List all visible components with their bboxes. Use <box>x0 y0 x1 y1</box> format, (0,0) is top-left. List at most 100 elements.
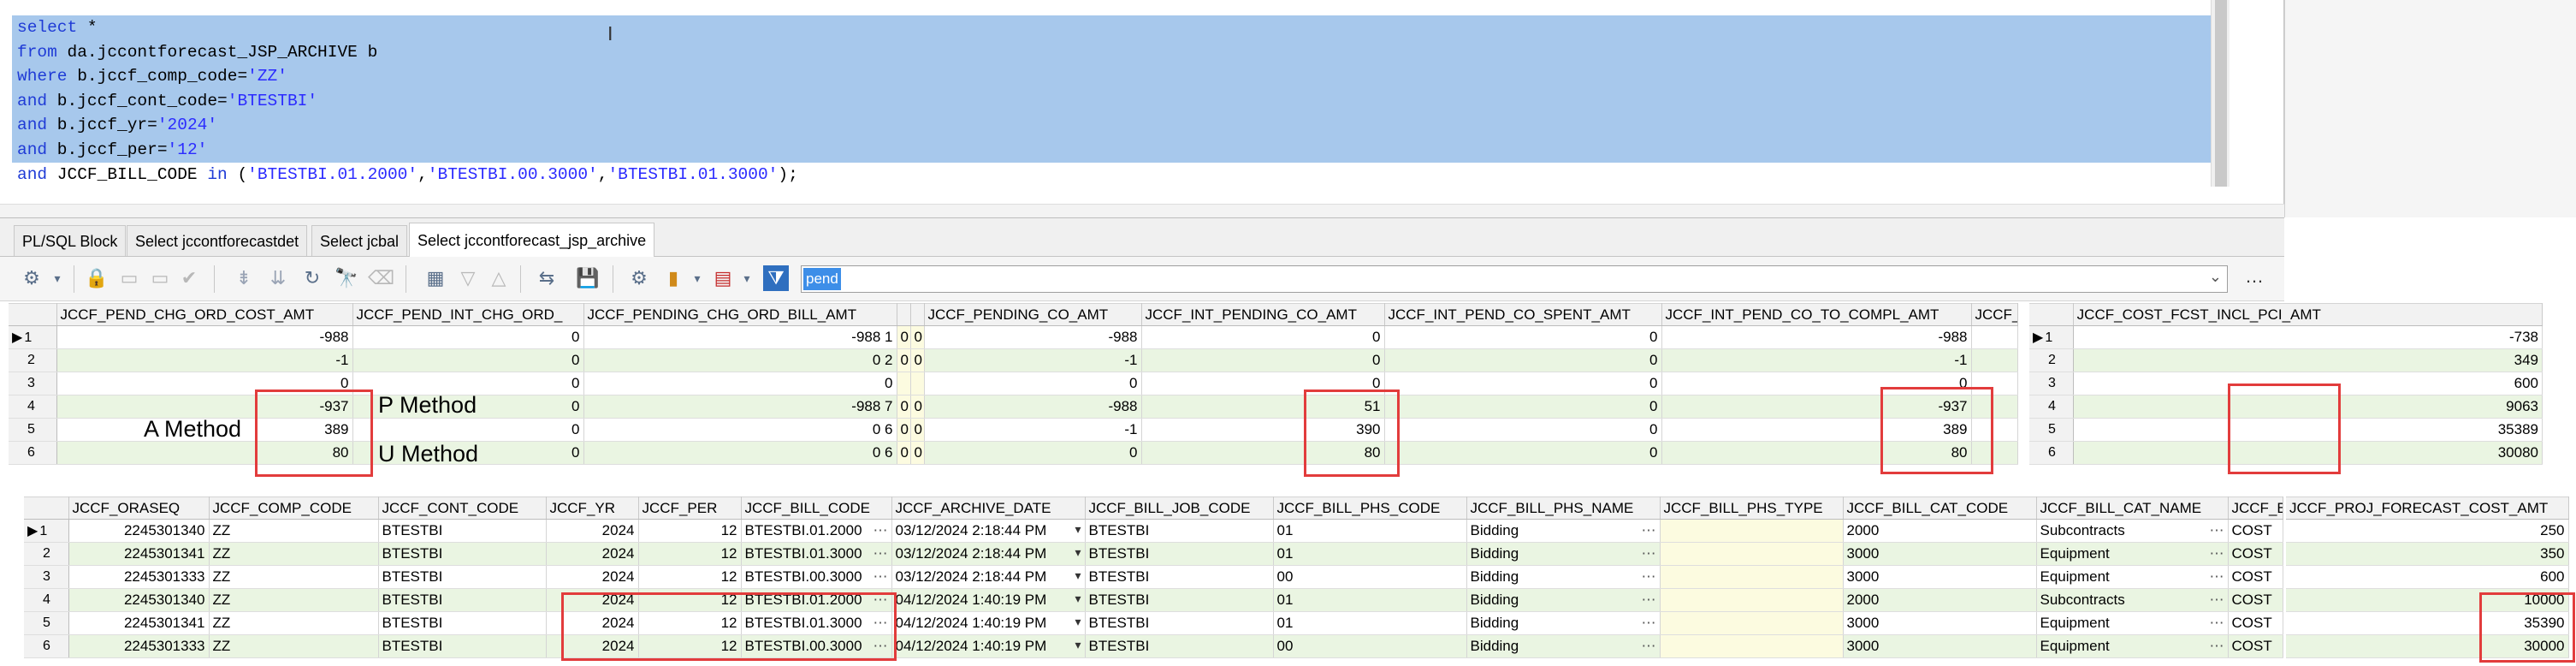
table-row[interactable]: 3 2245301333 ZZ BTESTBI 2024 12 BTESTBI.00.300… <box>24 565 2283 589</box>
table-cell[interactable]: COST <box>2228 519 2283 543</box>
column-header[interactable] <box>897 303 911 326</box>
table-row[interactable]: ▶ 1 -988 0 -988 1 0 0 -988 0 0 -988 <box>9 325 2018 349</box>
table-cell[interactable]: ZZ <box>209 542 379 566</box>
table-cell[interactable]: -988 <box>924 325 1142 349</box>
table-cell[interactable]: Subcontracts <box>2036 588 2229 612</box>
single-record-view-icon[interactable]: ▦ <box>423 265 448 291</box>
chevron-down-icon[interactable]: ⌄ <box>2209 268 2222 286</box>
table-cell[interactable]: Equipment <box>2036 565 2229 589</box>
table-cell[interactable]: ZZ <box>209 519 379 543</box>
column-header[interactable]: JCCF_COMP_CODE <box>209 497 379 520</box>
column-header[interactable]: JCCF_INT_PEND_CO_TO_COMPL_AMT <box>1661 303 1972 326</box>
column-header[interactable]: JCCF_PROJ_FORECAST_COST_AMT <box>2286 497 2569 520</box>
table-cell[interactable] <box>1971 348 2018 372</box>
table-cell[interactable]: ZZ <box>209 565 379 589</box>
column-header[interactable]: JCCF_INT_PENDING_CO_AMT <box>1141 303 1385 326</box>
table-cell[interactable]: 0 <box>1384 372 1662 395</box>
sql-editor[interactable]: select * from da.jccontforecast_JSP_ARCHI… <box>0 0 2284 217</box>
column-header[interactable]: JCCF_PENDING_CO_AMT <box>924 303 1142 326</box>
fetch-next-icon[interactable]: ⇟ <box>231 265 257 291</box>
sql-line[interactable]: and b.jccf_per='12' <box>17 138 798 163</box>
table-cell[interactable]: 2024 <box>546 565 639 589</box>
column-header[interactable]: JCCF_PEND_INT_CHG_ORD_ <box>352 303 584 326</box>
column-header[interactable]: JCCF_PER <box>638 497 742 520</box>
row-number[interactable]: ▶ 1 <box>2029 325 2074 349</box>
table-cell[interactable] <box>1660 634 1844 658</box>
table-cell[interactable]: 3000 <box>1843 565 2037 589</box>
table-cell[interactable]: -738 <box>2073 325 2543 349</box>
grid-options-icon[interactable]: ⚙ <box>19 265 44 291</box>
table-cell[interactable]: Subcontracts <box>2036 519 2229 543</box>
column-header[interactable]: JCCF_BILL_CAT_NAME <box>2036 497 2229 520</box>
table-cell[interactable]: 0 <box>910 418 925 442</box>
table-cell[interactable]: -988 1 <box>583 325 897 349</box>
sql-line[interactable]: and b.jccf_yr='2024' <box>17 113 798 138</box>
fetch-last-icon[interactable]: ⇊ <box>265 265 291 291</box>
chart-icon[interactable]: ▮ <box>660 265 686 291</box>
row-number[interactable]: 3 <box>24 565 69 589</box>
table-cell[interactable]: 01 <box>1273 542 1467 566</box>
sql-line[interactable]: from da.jccontforecast_JSP_ARCHIVE b <box>17 40 798 65</box>
table-cell[interactable]: -1 <box>924 348 1142 372</box>
table-cell[interactable] <box>1660 519 1844 543</box>
table-cell[interactable]: 0 <box>1384 395 1662 419</box>
column-header[interactable]: JCCF_BILL <box>2228 497 2283 520</box>
table-cell[interactable]: 0 <box>910 348 925 372</box>
table-cell[interactable]: 0 <box>1141 348 1385 372</box>
table-cell[interactable]: BTESTBI <box>1085 519 1274 543</box>
table-cell[interactable]: Bidding <box>1466 565 1661 589</box>
table-cell[interactable]: 250 <box>2286 519 2569 543</box>
table-cell[interactable]: 2245301333 <box>68 565 210 589</box>
scrollbar-thumb[interactable] <box>2215 0 2227 187</box>
sql-line[interactable]: where b.jccf_comp_code='ZZ' <box>17 64 798 89</box>
column-header[interactable] <box>2029 303 2074 326</box>
table-cell[interactable]: 0 <box>910 441 925 465</box>
chevron-down-icon[interactable]: ▾ <box>44 265 70 291</box>
table-cell[interactable]: COST <box>2228 565 2283 589</box>
sql-code[interactable]: select * from da.jccontforecast_JSP_ARCHI… <box>17 15 798 187</box>
row-number[interactable]: 4 <box>24 588 69 612</box>
table-cell[interactable]: 01 <box>1273 519 1467 543</box>
table-cell[interactable] <box>1660 588 1844 612</box>
table-cell[interactable]: BTESTBI.01.3000 <box>741 542 892 566</box>
column-header[interactable]: JCCF_ORASEQ <box>68 497 210 520</box>
table-cell[interactable] <box>1971 325 2018 349</box>
table-cell[interactable]: 0 <box>897 348 911 372</box>
table-cell[interactable]: 349 <box>2073 348 2543 372</box>
table-cell[interactable]: -1 <box>1661 348 1972 372</box>
table-cell[interactable]: -1 <box>924 418 1142 442</box>
column-header[interactable] <box>9 303 57 326</box>
save-icon[interactable]: 💾 <box>575 265 601 291</box>
table-cell[interactable]: BTESTBI.01.2000 <box>741 519 892 543</box>
table-cell[interactable]: BTESTBI <box>378 542 547 566</box>
table-cell[interactable]: 0 <box>352 325 584 349</box>
table-cell[interactable]: 2024 <box>546 542 639 566</box>
row-number[interactable]: 3 <box>2029 372 2074 395</box>
editor-vertical-scrollbar[interactable] <box>2211 0 2230 187</box>
column-header[interactable]: JCCF_YR <box>546 497 639 520</box>
table-cell[interactable]: 2245301340 <box>68 588 210 612</box>
table-row[interactable]: 350 <box>2286 542 2569 566</box>
table-cell[interactable]: Bidding <box>1466 611 1661 635</box>
column-header[interactable]: JCCF_BILL_PHS_NAME <box>1466 497 1661 520</box>
table-cell[interactable]: 350 <box>2286 542 2569 566</box>
table-cell[interactable]: 2245301333 <box>68 634 210 658</box>
table-row[interactable]: 250 <box>2286 519 2569 543</box>
table-cell[interactable] <box>910 372 925 395</box>
row-number[interactable]: 5 <box>2029 418 2074 442</box>
row-number[interactable]: 3 <box>9 372 57 395</box>
table-cell[interactable]: 12 <box>638 542 742 566</box>
table-row[interactable]: ▶ 1 -738 <box>2029 325 2543 349</box>
table-cell[interactable]: COST <box>2228 611 2283 635</box>
table-cell[interactable]: Equipment <box>2036 611 2229 635</box>
table-cell[interactable]: BTESTBI <box>378 588 547 612</box>
editor-horizontal-scrollbar[interactable] <box>0 204 2284 217</box>
table-cell[interactable]: BTESTBI <box>1085 542 1274 566</box>
table-cell[interactable]: Equipment <box>2036 542 2229 566</box>
table-cell[interactable]: 0 <box>1384 441 1662 465</box>
table-icon[interactable]: ▤ <box>710 265 736 291</box>
table-cell[interactable]: 00 <box>1273 565 1467 589</box>
table-cell[interactable] <box>1660 611 1844 635</box>
table-row[interactable]: 2 349 <box>2029 348 2543 372</box>
table-row[interactable]: 2 2245301341 ZZ BTESTBI 2024 12 BTESTBI.01.300… <box>24 542 2283 566</box>
